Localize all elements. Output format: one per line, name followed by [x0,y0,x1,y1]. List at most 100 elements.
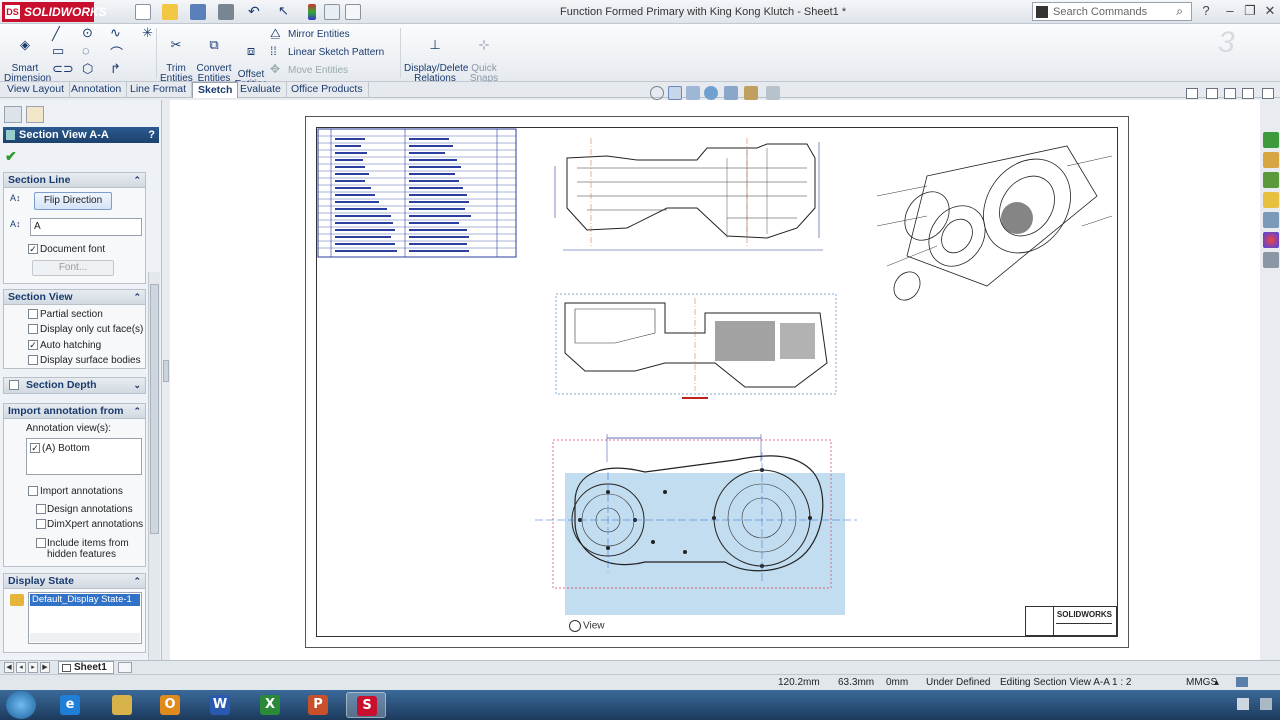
tab-annotation[interactable]: Annotation [66,82,128,98]
import-annotation-title[interactable]: Import annotation from ⌃ [4,404,145,419]
section-view-a-a-drawing[interactable] [555,293,837,395]
file-explorer-icon[interactable] [1263,172,1279,188]
dimxpert-annotations-checkbox[interactable] [36,519,46,529]
panel-scrollbar[interactable] [148,272,160,720]
design-library-icon[interactable] [1263,152,1279,168]
slot-icon[interactable]: ⊂⊃ [52,61,74,77]
display-style-icon[interactable] [724,86,738,100]
tab-evaluate[interactable]: Evaluate [235,82,287,98]
next-sheet-icon[interactable]: ▸ [28,662,38,673]
status-units[interactable]: MMGS [1186,677,1217,688]
rectangle-icon[interactable]: ▭ [52,43,64,59]
display-state-h-scrollbar[interactable] [30,633,140,642]
network-icon[interactable] [1260,698,1272,710]
document-font-checkbox[interactable]: ✓ [28,244,38,254]
status-scale[interactable]: 1 : 2 [1112,677,1131,688]
front-view-drawing[interactable] [547,138,847,258]
feature-manager-tab-icon[interactable] [4,106,22,123]
font-button[interactable]: Font... [32,260,114,276]
section-depth-checkbox[interactable] [9,380,19,390]
taskbar-solidworks[interactable]: S [346,692,386,718]
search-mode-icon[interactable] [1036,6,1048,18]
tray-up-arrow-icon[interactable] [1236,698,1249,710]
new-document-icon[interactable] [135,4,151,20]
section-line-title[interactable]: Section Line ⌃ [4,173,145,188]
auto-hatching-checkbox[interactable]: ✓ [28,340,38,350]
save-icon[interactable] [190,4,206,20]
collapse-chevron-icon[interactable]: ⌃ [133,173,141,188]
prev-sheet-icon[interactable]: ◂ [16,662,26,673]
display-state-title[interactable]: Display State ⌃ [4,574,145,589]
tab-sketch[interactable]: Sketch [192,82,239,98]
spline-icon[interactable]: ∿ [110,25,121,41]
line-icon[interactable]: ╱ [52,26,60,42]
rotate-view-icon[interactable] [704,86,718,100]
design-annotations-checkbox[interactable] [36,504,46,514]
undo-icon[interactable]: ↶ [248,4,264,20]
restore-icon[interactable]: ❐ [1242,3,1258,19]
zoom-to-fit-icon[interactable] [650,86,664,100]
taskbar-excel[interactable]: X [250,692,290,718]
partial-section-checkbox[interactable] [28,309,38,319]
view-panel-icon[interactable] [1186,88,1198,99]
point-icon[interactable]: ✳ [142,25,153,41]
custom-properties-icon[interactable] [1263,232,1279,248]
zoom-to-area-icon[interactable] [668,86,682,100]
bottom-view-drawing[interactable] [535,432,859,590]
display-state-list[interactable]: Default_Display State-1 [28,592,142,644]
forum-icon[interactable] [1263,252,1279,268]
isometric-exploded-view[interactable] [867,136,1117,306]
solidworks-logo[interactable]: DS SOLIDWORKS [2,2,107,22]
taskbar-word[interactable]: W [200,692,240,718]
previous-view-icon[interactable] [686,86,700,100]
drawing-sheet[interactable]: View SOLIDWORKS [305,116,1129,648]
flip-direction-button[interactable]: Flip Direction [34,192,112,210]
close-document-icon[interactable] [1262,88,1274,99]
arc-icon[interactable]: ◌ [82,43,90,58]
help-button[interactable]: ? [148,127,155,143]
tab-line-format[interactable]: Line Format [125,82,193,98]
collapse-chevron-icon[interactable]: ⌃ [133,404,141,419]
property-manager-tab-icon[interactable] [26,106,44,123]
section-depth-title[interactable]: Section Depth ⌄ [4,378,145,393]
tab-view-layout[interactable]: View Layout [2,82,71,98]
mirror-entities-button[interactable]: Mirror Entities [288,29,350,40]
search-commands-box[interactable]: Search Commands ⌕ [1032,2,1192,21]
view-a-bottom-checkbox[interactable]: ✓ [30,443,40,453]
select-arrow-icon[interactable]: ↖ [278,4,294,20]
display-state-selected-item[interactable]: Default_Display State-1 [30,594,140,606]
close-icon[interactable]: ✕ [1262,3,1278,19]
move-entities-button[interactable]: Move Entities [288,65,348,76]
ok-checkmark-icon[interactable]: ✔ [5,148,17,165]
panel-splitter-handle[interactable] [163,360,169,382]
trim-entities-button[interactable]: ✂ Trim Entities [160,28,193,84]
smart-dimension-button[interactable]: ◈ Smart Dimension [4,28,51,84]
last-sheet-icon[interactable]: ▶ [40,662,50,673]
sketch-fillet-icon[interactable]: ⌒ [110,43,123,62]
panel-scrollbar-thumb[interactable] [150,284,159,534]
help-icon[interactable]: ? [1198,3,1214,18]
options-icon[interactable] [345,4,361,20]
first-sheet-icon[interactable]: ◀ [4,662,14,673]
tab-office-products[interactable]: Office Products [286,82,369,98]
tile-document-icon[interactable] [1224,88,1236,99]
taskbar-powerpoint[interactable]: P [298,692,338,718]
import-annotations-checkbox[interactable] [28,486,38,496]
include-hidden-checkbox[interactable] [36,538,46,548]
bill-of-materials-table[interactable] [317,128,517,258]
polygon-icon[interactable]: ⬡ [82,61,93,77]
collapse-chevron-icon[interactable]: ⌃ [133,290,141,305]
file-properties-icon[interactable] [324,4,340,20]
collapse-chevron-icon[interactable]: ⌃ [133,574,141,589]
hide-show-icon[interactable] [744,86,758,100]
display-surface-bodies-checkbox[interactable] [28,355,38,365]
print-icon[interactable] [218,4,234,20]
quick-snaps-button[interactable]: ⊹ Quick Snaps [468,28,500,84]
display-delete-relations-button[interactable]: ⊥ Display/Delete Relations [404,28,468,84]
view-palette-icon[interactable] [1263,192,1279,208]
rebuild-icon[interactable] [308,4,316,20]
appearances-icon[interactable] [1263,212,1279,228]
search-icon[interactable]: ⌕ [1176,4,1183,19]
title-block[interactable]: SOLIDWORKS [1025,606,1117,636]
convert-entities-button[interactable]: ⧉ Convert Entities [196,28,232,84]
